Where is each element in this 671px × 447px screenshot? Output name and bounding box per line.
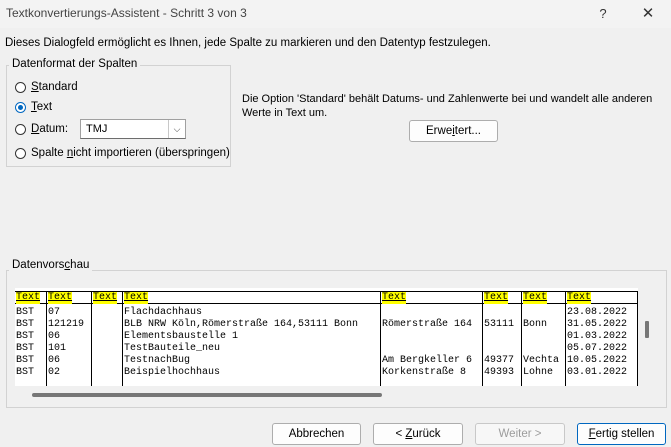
preview-legend: Datenvorschau bbox=[9, 259, 93, 271]
column-header[interactable]: Text bbox=[523, 292, 548, 304]
column-header[interactable]: Text bbox=[93, 292, 118, 304]
table-row: BST 121219 BLB NRW Köln,Römerstraße 164,53… bbox=[16, 319, 628, 330]
radio-standard-circle[interactable] bbox=[15, 81, 26, 93]
date-format-select[interactable]: TMJ ⌵ bbox=[80, 119, 186, 139]
radio-standard-label: Standard bbox=[31, 81, 78, 93]
column-header[interactable]: Text bbox=[382, 292, 407, 304]
window-title: Textkonvertierungs-Assistent - Schritt 3… bbox=[6, 6, 247, 20]
vertical-scrollbar[interactable] bbox=[645, 321, 649, 338]
column-header[interactable]: Text bbox=[484, 292, 509, 304]
cancel-button[interactable]: Abbrechen bbox=[272, 423, 361, 445]
table-row: BST 02 Beispielhochhaus Korkenstraße 8 49393… bbox=[16, 367, 628, 378]
date-format-value: TMJ bbox=[86, 123, 108, 135]
table-row: BST 06 Elementsbaustelle 1 01.03.2022 bbox=[16, 331, 628, 342]
radio-date-circle[interactable] bbox=[15, 123, 26, 135]
radio-standard[interactable]: Standard bbox=[15, 79, 78, 95]
dialog-description: Dieses Dialogfeld ermöglicht es Ihnen, j… bbox=[5, 37, 491, 49]
column-header[interactable]: Text bbox=[16, 292, 41, 304]
radio-skip[interactable]: Spalte nicht importieren (überspringen) bbox=[15, 145, 230, 161]
back-button[interactable]: < Zurück bbox=[373, 423, 463, 445]
radio-text-label: Text bbox=[31, 101, 53, 113]
radio-skip-circle[interactable] bbox=[15, 147, 26, 159]
close-icon[interactable]: ✕ bbox=[625, 0, 671, 28]
table-row: BST 06 TestnachBug Am Bergkeller 6 49377 Vech… bbox=[16, 355, 628, 366]
next-button[interactable]: Weiter > bbox=[475, 423, 565, 445]
radio-date-label: Datum: bbox=[31, 123, 69, 135]
column-format-legend: Datenformat der Spalten bbox=[9, 58, 141, 70]
radio-date[interactable]: Datum: bbox=[15, 121, 68, 137]
radio-text[interactable]: Text bbox=[15, 99, 52, 115]
horizontal-scrollbar[interactable] bbox=[32, 393, 382, 397]
column-header[interactable]: Text bbox=[48, 292, 73, 304]
finish-button[interactable]: Fertig stellen bbox=[577, 423, 666, 445]
title-bar: Textkonvertierungs-Assistent - Schritt 3… bbox=[0, 0, 671, 28]
table-row: BST 101 TestBauteile_neu 05.07.2022 bbox=[16, 343, 628, 354]
standard-info-text: Die Option 'Standard' behält Datums- und… bbox=[242, 93, 653, 119]
table-row: BST 07 Flachdachhaus 23.08.2022 bbox=[16, 307, 628, 318]
data-preview[interactable]: Text Text Text Text Text Text Text Text … bbox=[15, 288, 638, 386]
preview-header-row: Text Text Text Text Text Text Text Text bbox=[15, 292, 592, 304]
advanced-button[interactable]: Erweitert... bbox=[409, 120, 498, 142]
column-header[interactable]: Text bbox=[567, 292, 592, 304]
radio-skip-label: Spalte nicht importieren (überspringen) bbox=[31, 147, 230, 159]
column-header[interactable]: Text bbox=[124, 292, 149, 304]
chevron-down-icon[interactable]: ⌵ bbox=[168, 120, 185, 138]
help-icon[interactable]: ? bbox=[580, 0, 626, 28]
radio-text-circle[interactable] bbox=[15, 101, 26, 113]
